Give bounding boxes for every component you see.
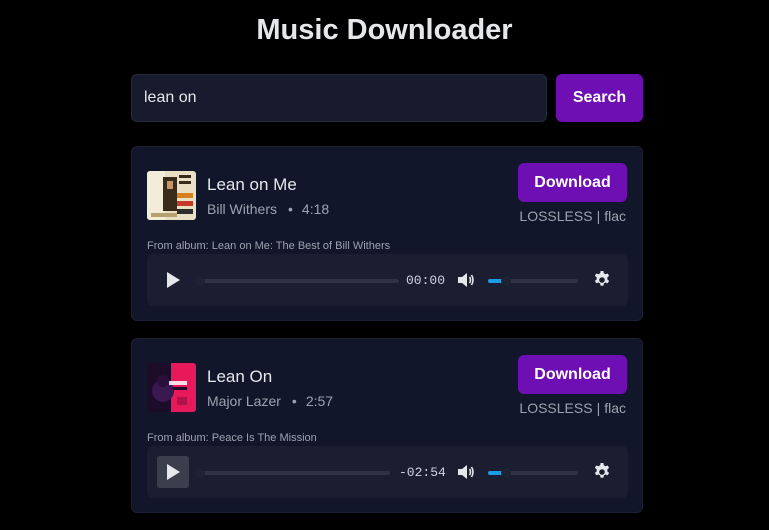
track-duration: 4:18 [301,201,330,217]
quality-separator: | [596,400,601,416]
track-artist: Bill Withers [207,201,278,217]
album-cover [147,363,196,412]
seek-bar[interactable] [197,471,390,475]
quality-label: LOSSLESS [519,208,593,224]
album-prefix: From album: [147,432,212,444]
result-card: Lean On Major Lazer • 2:57 Download LOSS… [131,338,643,513]
time-display: -02:54 [399,465,446,480]
track-meta: Major Lazer • 2:57 [207,393,333,409]
meta-separator: • [288,201,293,217]
format-label: flac [604,208,626,224]
seek-handle[interactable] [195,468,205,478]
track-title: Lean on Me [207,175,297,194]
gear-icon[interactable] [592,270,612,290]
play-icon [167,464,180,480]
play-icon [167,272,180,288]
audio-player: 00:00 [147,254,628,306]
audio-player: -02:54 [147,446,628,498]
album-name: Lean on Me: The Best of Bill Withers [211,240,391,252]
album-info: From album: Peace Is The Mission [147,432,317,444]
track-title: Lean On [207,367,273,386]
result-card: Lean on Me Bill Withers • 4:18 Download … [131,146,643,321]
seek-handle[interactable] [195,276,205,286]
play-button[interactable] [157,264,189,296]
download-button[interactable]: Download [518,355,627,394]
quality-separator: | [596,208,601,224]
album-cover [147,171,196,220]
time-display: 00:00 [406,273,446,288]
album-info: From album: Lean on Me: The Best of Bill… [147,240,390,252]
quality-label: LOSSLESS [519,400,593,416]
download-button[interactable]: Download [518,163,627,202]
quality-info: LOSSLESS | flac [519,400,626,416]
page-title: Music Downloader [256,14,513,46]
search-input[interactable] [131,74,547,122]
album-name: Peace Is The Mission [211,432,317,444]
play-button[interactable] [157,456,189,488]
volume-icon[interactable] [456,270,476,290]
format-label: flac [604,400,626,416]
volume-icon[interactable] [456,462,476,482]
quality-info: LOSSLESS | flac [519,208,626,224]
track-artist: Major Lazer [207,393,281,409]
volume-handle[interactable] [501,276,511,286]
search-button[interactable]: Search [556,74,643,122]
seek-bar[interactable] [197,279,399,283]
gear-icon[interactable] [592,462,612,482]
track-meta: Bill Withers • 4:18 [207,201,329,217]
album-prefix: From album: [147,240,212,252]
track-duration: 2:57 [305,393,334,409]
meta-separator: • [291,393,297,409]
volume-handle[interactable] [501,468,511,478]
